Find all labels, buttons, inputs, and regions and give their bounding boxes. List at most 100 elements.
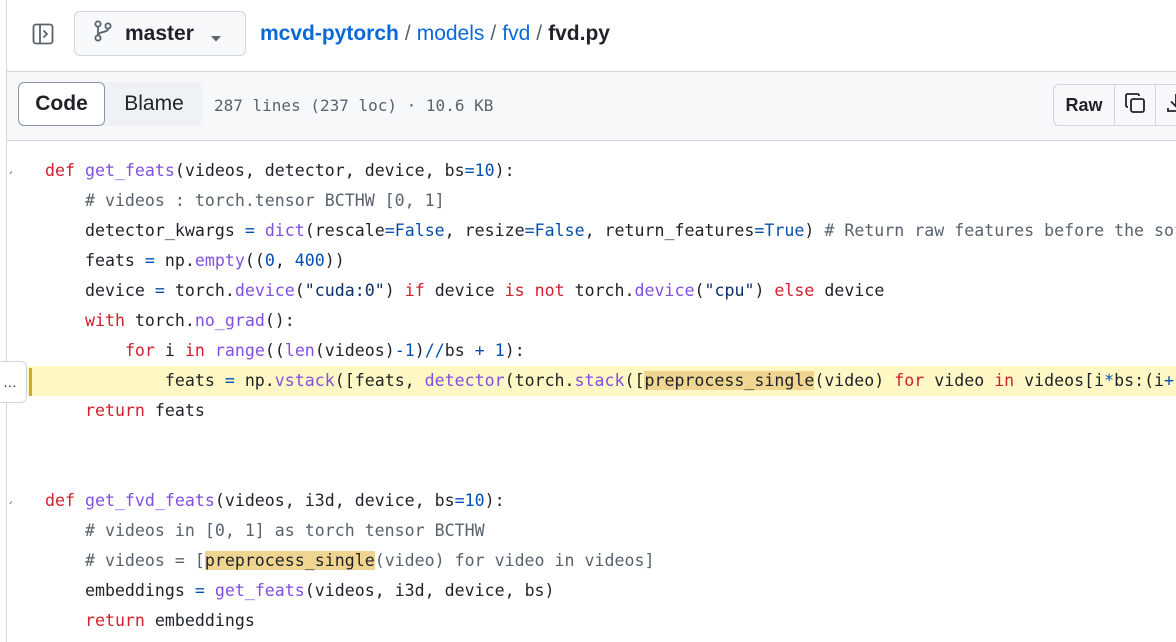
code-token[interactable]: get_fvd_feats: [85, 491, 215, 510]
code-token: ): [804, 221, 825, 240]
raw-button[interactable]: Raw: [1054, 85, 1115, 125]
download-icon: [1165, 92, 1176, 119]
code-token: ):: [484, 491, 505, 510]
code-view: def get_feats(videos, detector, device, …: [0, 141, 1176, 642]
branch-selector[interactable]: master: [74, 11, 246, 56]
code-token: ):: [494, 161, 515, 180]
code-token: torch.: [564, 281, 635, 300]
file-header: master mcvd-pytorch / models / fvd / fvd.py: [7, 0, 1176, 72]
sidebar-toggle-button[interactable]: [27, 20, 59, 52]
breadcrumb-separator: /: [536, 22, 543, 45]
code-token: =: [454, 491, 465, 510]
code-token: for: [124, 341, 155, 360]
code-line[interactable]: for i in range((len(videos)-1)//bs + 1):: [7, 336, 1176, 366]
code-token: def: [45, 161, 85, 180]
code-token: device: [814, 281, 885, 300]
code-token: is not: [504, 281, 565, 300]
code-token: -: [394, 341, 405, 360]
code-line[interactable]: embeddings = get_feats(videos, i3d, devi…: [7, 576, 1176, 606]
code-line[interactable]: return embeddings: [7, 606, 1176, 636]
code-line[interactable]: with torch.no_grad():: [7, 306, 1176, 336]
code-token: ,: [274, 251, 295, 270]
code-token[interactable]: device: [635, 281, 695, 300]
code-token: (video): [814, 371, 895, 390]
code-line[interactable]: # videos : torch.tensor BCTHW [0, 1]: [7, 186, 1176, 216]
code-line[interactable]: # videos = [preprocess_single(video) for…: [7, 546, 1176, 576]
code-token: (rescale: [304, 221, 385, 240]
code-token: False: [534, 221, 585, 240]
code-token: np.: [154, 251, 195, 270]
code-token: =: [194, 581, 205, 600]
code-token: 400: [294, 251, 325, 270]
copy-raw-button[interactable]: [1115, 85, 1156, 125]
line-options-button[interactable]: …: [0, 361, 27, 403]
code-token: =: [154, 281, 165, 300]
code-token: if: [404, 281, 425, 300]
code-token: 10: [474, 161, 495, 180]
code-token: =: [754, 221, 765, 240]
view-mode-segmented-control: Code Blame: [18, 82, 202, 126]
file-toolbar: Code Blame 287 lines (237 loc) · 10.6 KB…: [7, 72, 1176, 141]
symbol-highlight[interactable]: preprocess_single: [644, 371, 815, 390]
symbol-highlight[interactable]: preprocess_single: [204, 551, 375, 570]
code-token: np.: [234, 371, 275, 390]
code-line[interactable]: def get_fvd_feats(videos, i3d, device, b…: [7, 486, 1176, 516]
triangle-down-icon: [210, 30, 222, 48]
code-line[interactable]: [7, 456, 1176, 486]
code-token[interactable]: get_feats: [215, 581, 305, 600]
code-line[interactable]: # videos in [0, 1] as torch tensor BCTHW: [7, 516, 1176, 546]
code-token[interactable]: len: [285, 341, 315, 360]
code-token[interactable]: no_grad: [195, 311, 265, 330]
breadcrumb: mcvd-pytorch / models / fvd / fvd.py: [260, 22, 610, 46]
code-line[interactable]: def get_feats(videos, detector, device, …: [7, 156, 1176, 186]
code-token: feats: [144, 401, 205, 420]
code-token: 0: [264, 251, 275, 270]
breadcrumb-separator: /: [490, 22, 497, 45]
breadcrumb-repo-link[interactable]: mcvd-pytorch: [260, 22, 399, 45]
code-token[interactable]: dict: [265, 221, 305, 240]
code-token[interactable]: detector: [425, 371, 505, 390]
code-token: ():: [264, 311, 295, 330]
download-button[interactable]: [1156, 85, 1176, 125]
fold-chevron-icon[interactable]: ˏ: [7, 486, 15, 516]
code-token: # videos : torch.tensor BCTHW [0, 1]: [84, 191, 445, 210]
code-token[interactable]: stack: [575, 371, 625, 390]
code-line[interactable]: feats = np.vstack([feats, detector(torch…: [7, 366, 1176, 396]
fold-chevron-icon[interactable]: ˏ: [7, 156, 15, 186]
code-token: i: [154, 341, 185, 360]
tab-blame[interactable]: Blame: [106, 82, 202, 126]
code-token: ((: [264, 341, 285, 360]
code-line[interactable]: device = torch.device("cuda:0") if devic…: [7, 276, 1176, 306]
code-token[interactable]: vstack: [275, 371, 335, 390]
code-token: =: [144, 251, 155, 270]
tab-code[interactable]: Code: [18, 82, 105, 126]
code-token: with: [84, 311, 125, 330]
code-token: "cpu": [704, 281, 755, 300]
copy-icon: [1124, 92, 1146, 119]
code-token[interactable]: empty: [195, 251, 245, 270]
breadcrumb-fvd-link[interactable]: fvd: [502, 22, 530, 45]
code-token[interactable]: device: [235, 281, 295, 300]
code-token[interactable]: get_feats: [85, 161, 175, 180]
code-token: feats: [45, 251, 145, 270]
code-line[interactable]: detector_kwargs = dict(rescale=False, re…: [7, 216, 1176, 246]
code-token: else: [774, 281, 815, 300]
code-token: 10: [464, 491, 485, 510]
code-token: def: [45, 491, 85, 510]
code-token[interactable]: range: [215, 341, 265, 360]
code-token: (torch.: [504, 371, 575, 390]
code-token: return: [84, 401, 145, 420]
code-token: ): [414, 341, 425, 360]
code-token: =: [244, 221, 255, 240]
code-line[interactable]: [7, 426, 1176, 456]
code-token: =: [224, 371, 235, 390]
code-token: (: [294, 281, 305, 300]
code-token: False: [394, 221, 445, 240]
code-line[interactable]: feats = np.empty((0, 400)): [7, 246, 1176, 276]
breadcrumb-models-link[interactable]: models: [417, 22, 485, 45]
code-token: device: [424, 281, 505, 300]
code-line[interactable]: return feats: [7, 396, 1176, 426]
file-meta-info: 287 lines (237 loc) · 10.6 KB: [214, 96, 494, 115]
